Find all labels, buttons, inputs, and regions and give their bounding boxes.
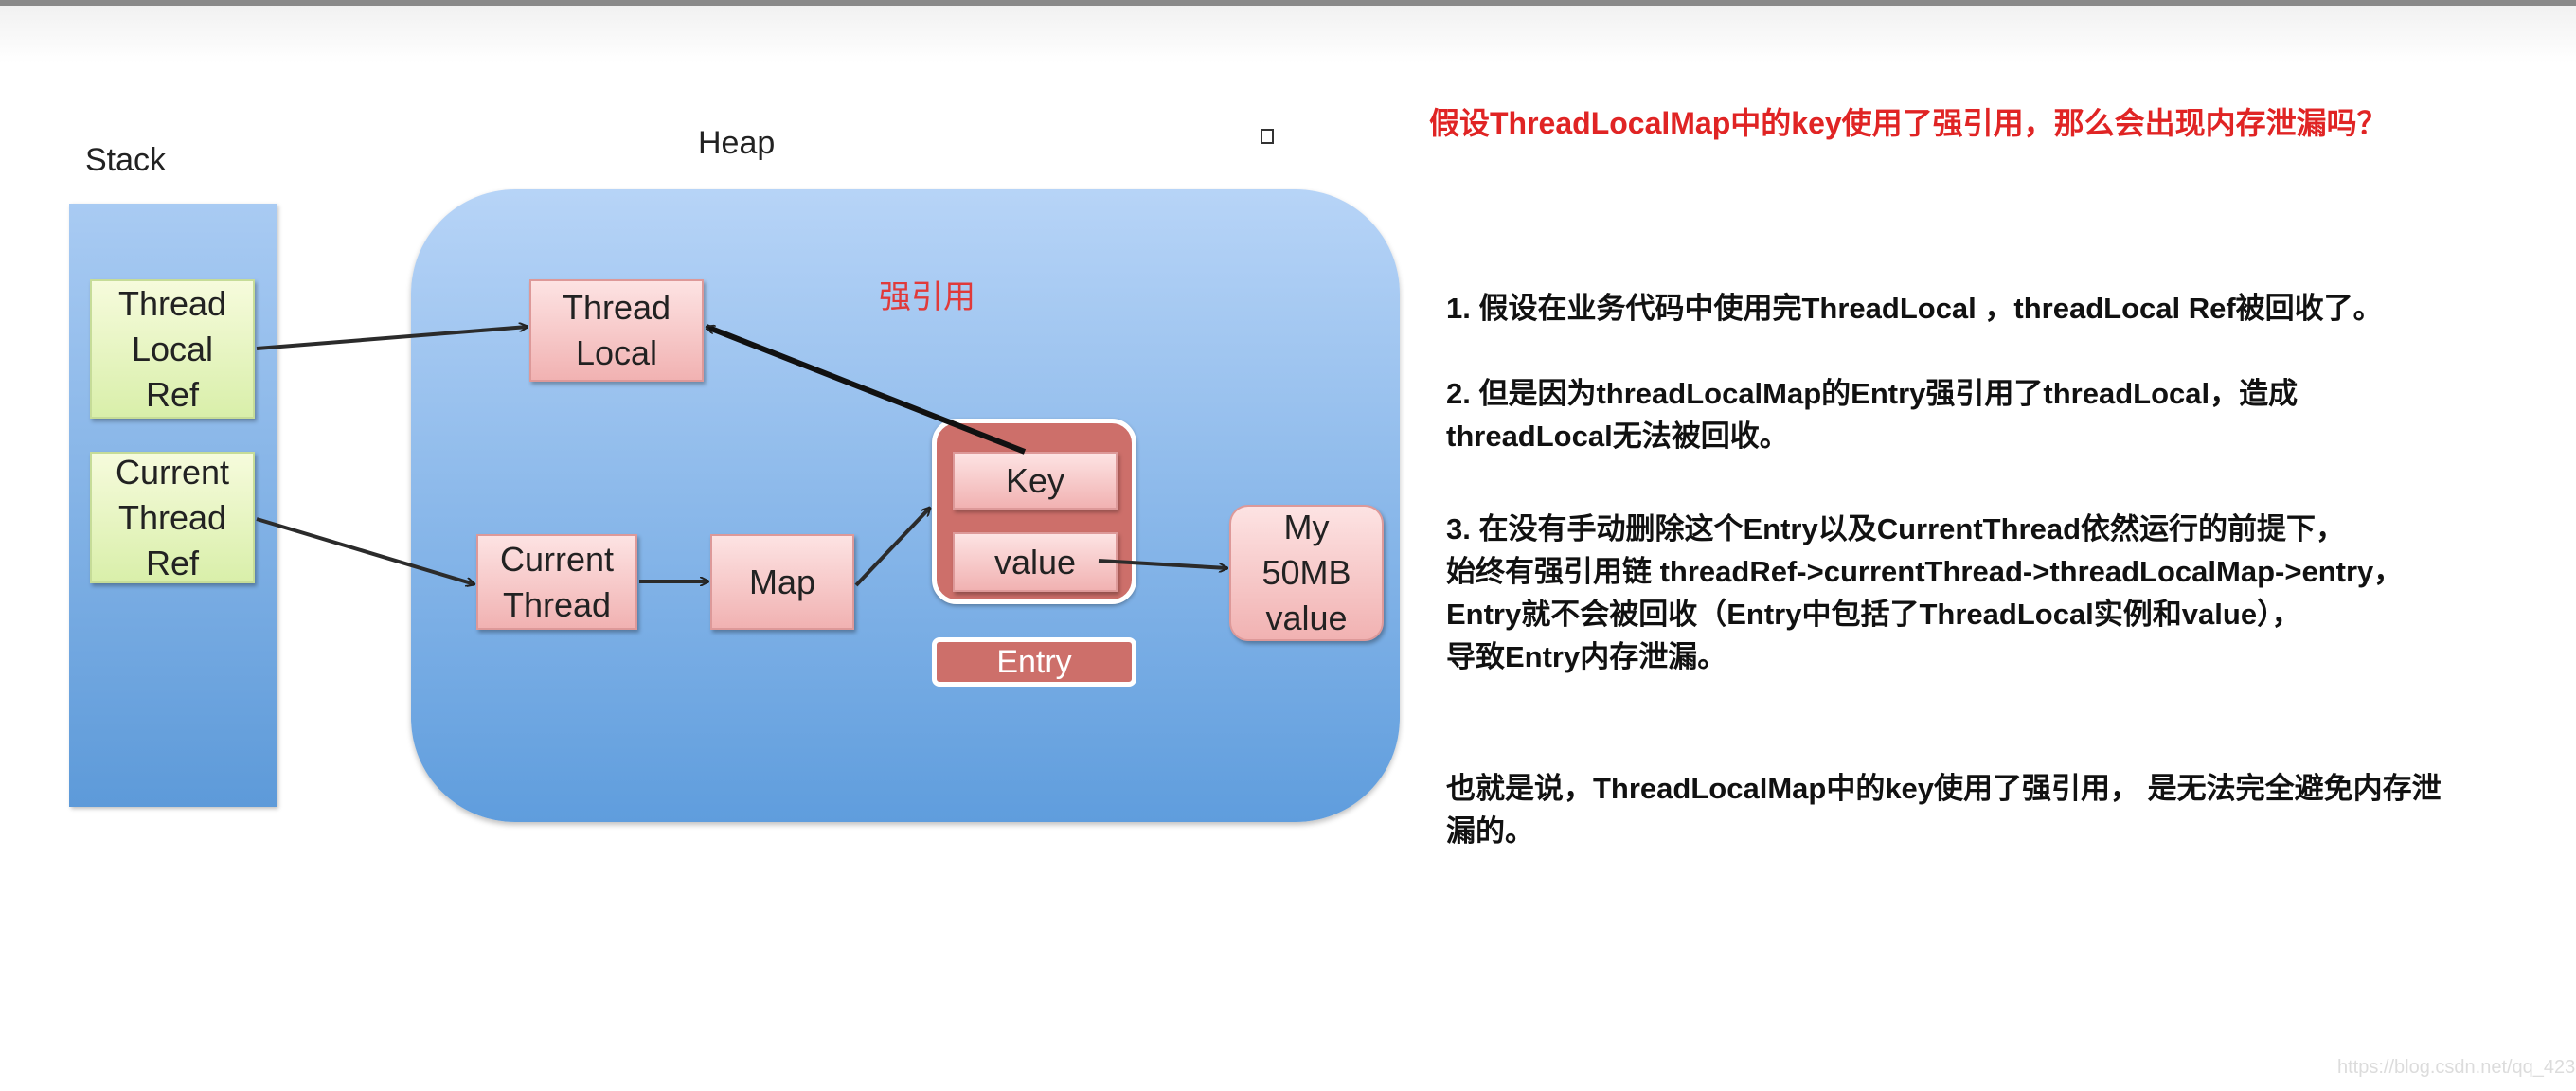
arrow-value-to-bigvalue (1098, 559, 1227, 568)
watermark: https://blog.csdn.net/qq_42350785 (2337, 1057, 2576, 1078)
question-heading: 假设ThreadLocalMap中的key使用了强引用，那么会出现内存泄漏吗？ (1429, 106, 2388, 140)
paragraph-3-line: 始终有强引用链 threadRef->currentThread->thread… (1446, 555, 2404, 588)
paragraph-2-line: threadLocal无法被回收。 (1446, 420, 1789, 453)
paragraph-3-line: Entry就不会被回收（Entry中包括了ThreadLocal实例和value… (1446, 598, 2301, 631)
arrow-ref-to-currentthread (256, 517, 474, 584)
paragraph-3-line: 3. 在没有手动删除这个Entry以及CurrentThread依然运行的前提下… (1446, 512, 2346, 546)
conclusion: 也就是说，ThreadLocalMap中的key使用了强引用， 是无法完全避免内… (1446, 767, 2442, 852)
paragraph-3: 3. 在没有手动删除这个Entry以及CurrentThread依然运行的前提下… (1446, 508, 2403, 678)
paragraph-3-line: 导致Entry内存泄漏。 (1446, 640, 1727, 673)
arrow-ref-to-threadlocal (256, 327, 528, 350)
paragraph-2: 2. 但是因为threadLocalMap的Entry强引用了threadLoc… (1446, 372, 2298, 457)
paragraph-1: 1. 假设在业务代码中使用完ThreadLocal ，threadLocal R… (1446, 292, 2383, 325)
conclusion-line: 也就是说，ThreadLocalMap中的key使用了强引用， 是无法完全避免内… (1446, 772, 2442, 805)
arrow-key-to-threadlocal (707, 324, 1027, 455)
arrow-map-to-entry (854, 508, 930, 587)
conclusion-line: 漏的。 (1446, 814, 1534, 848)
paragraph-2-line: 2. 但是因为threadLocalMap的Entry强引用了threadLoc… (1446, 377, 2299, 410)
